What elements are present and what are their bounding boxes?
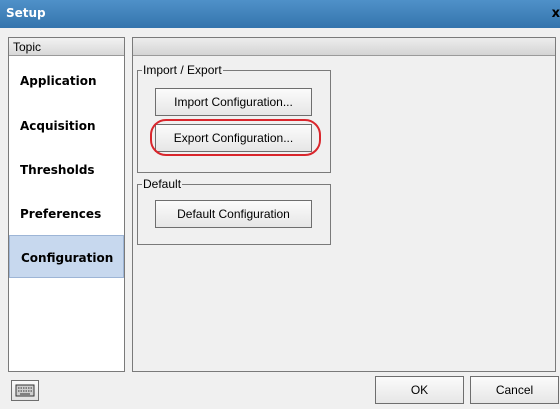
import-export-legend: Import / Export bbox=[142, 63, 223, 77]
topic-header-label: Topic bbox=[13, 40, 42, 54]
setup-window: Setup x Topic Application Acquisition Th… bbox=[0, 0, 560, 409]
sidebar-item-application[interactable]: Application bbox=[9, 57, 124, 101]
highlight-circle bbox=[150, 119, 321, 156]
ok-button[interactable]: OK bbox=[375, 376, 464, 404]
keyboard-button[interactable] bbox=[11, 380, 39, 401]
sidebar-item-thresholds[interactable]: Thresholds bbox=[9, 145, 124, 188]
close-button[interactable]: x bbox=[552, 6, 560, 21]
panel-header bbox=[133, 38, 555, 56]
sidebar-item-label: Thresholds bbox=[20, 163, 95, 177]
sidebar-item-label: Application bbox=[20, 74, 97, 88]
default-configuration-button[interactable]: Default Configuration bbox=[155, 200, 312, 228]
ok-label: OK bbox=[410, 383, 429, 397]
default-legend: Default bbox=[142, 177, 183, 191]
default-configuration-label: Default Configuration bbox=[177, 207, 290, 221]
keyboard-icon bbox=[15, 384, 35, 397]
title-bar[interactable]: Setup x bbox=[0, 0, 560, 28]
topic-header: Topic bbox=[9, 38, 124, 56]
sidebar-item-label: Preferences bbox=[20, 207, 102, 221]
window-title: Setup bbox=[6, 6, 46, 20]
import-configuration-label: Import Configuration... bbox=[174, 95, 293, 109]
sidebar-item-configuration[interactable]: Configuration bbox=[9, 235, 124, 278]
sidebar-item-label: Configuration bbox=[21, 251, 114, 265]
topic-list: Topic Application Acquisition Thresholds… bbox=[8, 37, 125, 372]
sidebar-item-preferences[interactable]: Preferences bbox=[9, 188, 124, 234]
import-configuration-button[interactable]: Import Configuration... bbox=[155, 88, 312, 116]
cancel-button[interactable]: Cancel bbox=[470, 376, 559, 404]
cancel-label: Cancel bbox=[495, 383, 534, 397]
sidebar-item-label: Acquisition bbox=[20, 119, 96, 133]
sidebar-item-acquisition[interactable]: Acquisition bbox=[9, 101, 124, 145]
